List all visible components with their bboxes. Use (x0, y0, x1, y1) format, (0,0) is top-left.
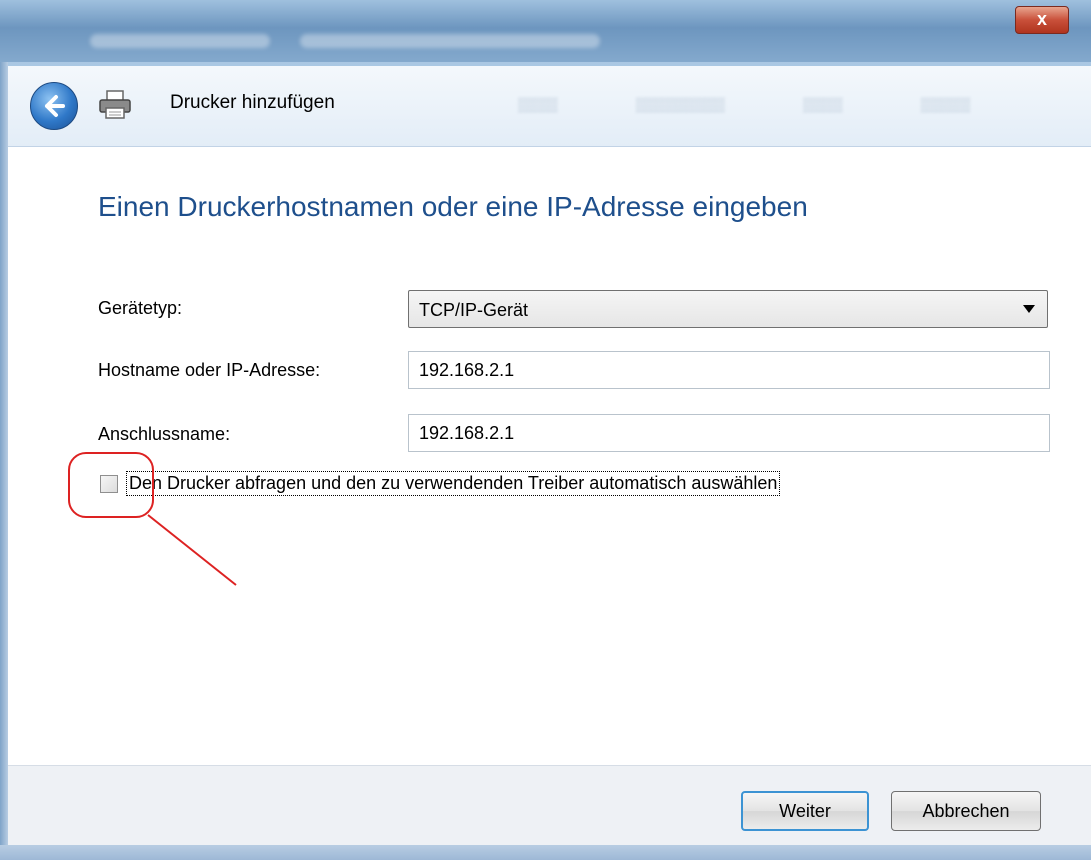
hostname-label: Hostname oder IP-Adresse: (98, 360, 321, 380)
cancel-button[interactable]: Abbrechen (891, 791, 1041, 831)
back-arrow-icon (45, 95, 65, 117)
port-name-input[interactable] (408, 414, 1050, 452)
wizard-content: Einen Druckerhostnamen oder eine IP-Adre… (8, 147, 1091, 765)
chevron-down-icon (1023, 305, 1035, 313)
blurred-title-text (90, 34, 270, 48)
blurred-title-text (300, 34, 600, 48)
query-driver-label[interactable]: Den Drucker abfragen und den zu verwende… (126, 471, 781, 496)
close-icon: x (1036, 9, 1047, 29)
device-type-select[interactable]: TCP/IP-Gerät (408, 290, 1048, 328)
device-type-selected-value: TCP/IP-Gerät (419, 300, 529, 320)
navigation-bar: Drucker hinzufügen ▒▒▒▒ ▒▒▒▒▒▒▒▒▒ ▒▒▒▒ ▒▒▒▒… (8, 66, 1091, 147)
device-type-label: Gerätetyp: (98, 298, 183, 318)
window-frame-left (0, 62, 8, 845)
background-window-columns: ▒▒▒▒ ▒▒▒▒▒▒▒▒▒ ▒▒▒▒ ▒▒▒▒▒ (518, 96, 971, 112)
close-button[interactable]: x (1015, 6, 1069, 34)
port-name-label: Anschlussname: (98, 424, 231, 444)
title-bar[interactable]: x (0, 0, 1091, 62)
page-heading: Einen Druckerhostnamen oder eine IP-Adre… (98, 191, 808, 222)
annotation-arrow (147, 514, 237, 586)
printer-icon (99, 90, 131, 119)
annotation-circle (68, 452, 154, 518)
back-button[interactable] (30, 82, 78, 130)
next-button[interactable]: Weiter (741, 791, 869, 831)
window-frame-bottom (0, 845, 1091, 860)
wizard-title: Drucker hinzufügen (170, 92, 335, 113)
wizard-footer: Weiter Abbrechen (8, 765, 1091, 846)
hostname-input[interactable] (408, 351, 1050, 389)
add-printer-window: x Drucker hinzufügen ▒▒▒▒ ▒▒▒▒▒▒▒▒▒ ▒▒▒▒ ▒▒… (0, 0, 1091, 860)
